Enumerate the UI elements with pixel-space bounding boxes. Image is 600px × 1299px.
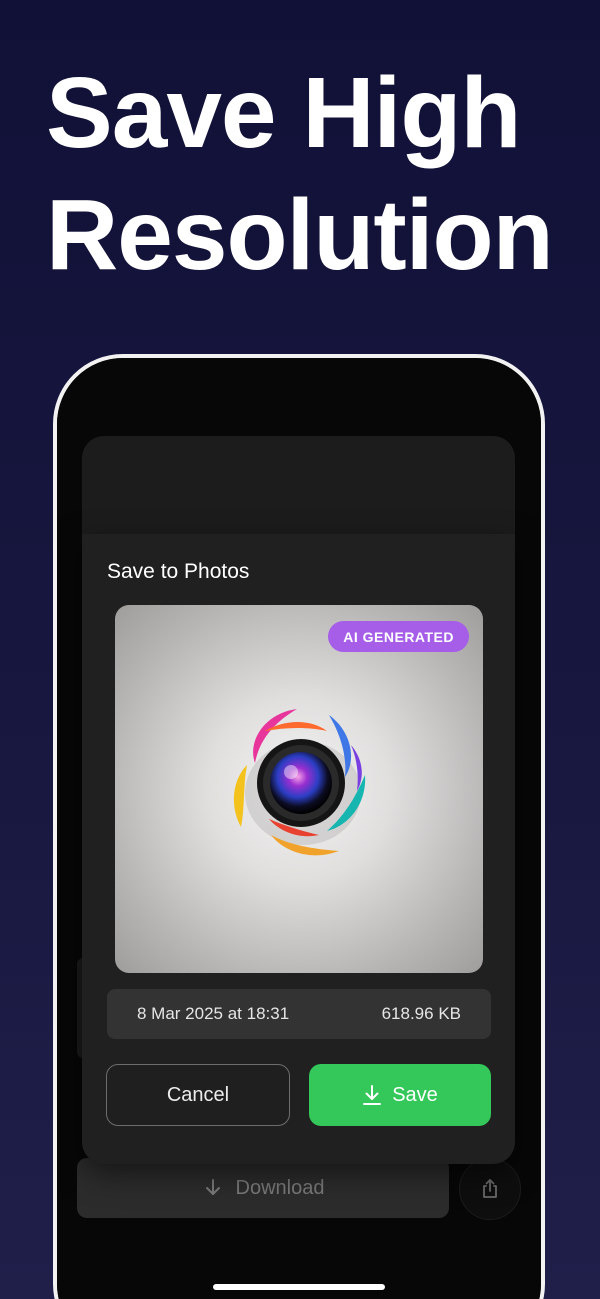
share-button[interactable]	[459, 1158, 521, 1220]
camera-lens-logo-image	[233, 709, 366, 856]
headline: Save High Resolution	[46, 52, 586, 296]
headline-line-1: Save High	[46, 57, 522, 169]
share-icon	[483, 1179, 497, 1198]
download-arrow-icon	[363, 1085, 382, 1105]
image-info-bar: 8 Mar 2025 at 18:31 618.96 KB	[107, 989, 491, 1039]
download-label: Download	[235, 1176, 325, 1199]
download-button[interactable]: Download	[77, 1158, 449, 1218]
image-preview: AI GENERATED	[115, 605, 483, 973]
save-label: Save	[392, 1083, 438, 1106]
ai-generated-badge: AI GENERATED	[328, 621, 469, 652]
sheet-title: Save to Photos	[107, 560, 250, 583]
cancel-button[interactable]: Cancel	[106, 1064, 290, 1126]
sheet-header-area	[82, 436, 515, 536]
download-arrow-icon	[205, 1179, 220, 1195]
image-file-size: 618.96 KB	[381, 1004, 461, 1023]
home-indicator[interactable]	[213, 1284, 385, 1290]
phone-frame: Download Save to Photos AI GENERATED 8 M…	[53, 354, 545, 1299]
save-button[interactable]: Save	[309, 1064, 491, 1126]
headline-line-2: Resolution	[46, 179, 554, 291]
save-to-photos-sheet: Save to Photos AI GENERATED 8 Mar 2025 a…	[82, 534, 515, 1164]
image-date: 8 Mar 2025 at 18:31	[137, 1004, 290, 1023]
